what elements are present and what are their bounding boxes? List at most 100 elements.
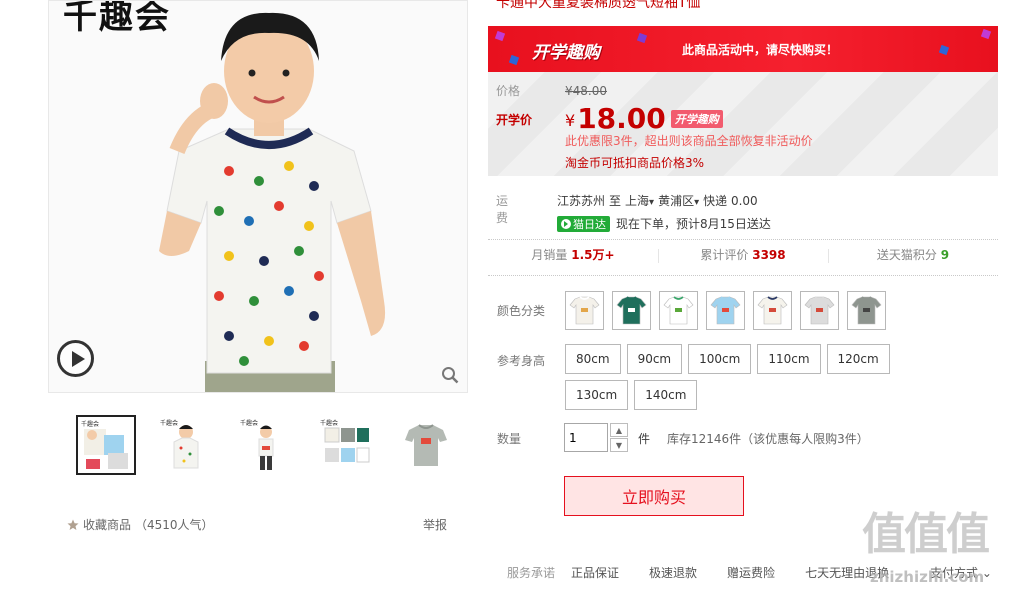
service-label: 服务承诺 [507,566,556,580]
reviews-value: 3398 [752,248,786,262]
delivery-badge: 猫日达 [557,215,610,232]
service-item[interactable]: 正品保证 [571,564,619,581]
delivery-estimate: 猫日达 现在下单，预计8月15日送达 [557,215,771,232]
favorite-count: （4510人气） [135,518,214,532]
thumbnail-2[interactable]: 千趣会 [156,415,216,475]
sales-stats: 月销量 1.5万+ 累计评价 3398 送天猫积分 9 [488,246,998,268]
delivery-badge-label: 猫日达 [573,217,606,231]
tshirt-icon [757,296,788,325]
color-swatch-white-navy-collar[interactable] [753,291,792,330]
confetti-decoration [938,44,950,56]
thumbnail-4[interactable]: 千趣会 [316,415,376,475]
ship-from: 江苏苏州 [557,194,606,208]
confetti-decoration [636,32,648,44]
chevron-down-icon: ▼ [615,440,623,450]
points-label: 送天猫积分 [876,248,937,262]
size-option-130cm[interactable]: 130cm [565,380,629,410]
quantity-input[interactable] [564,423,608,452]
zoom-icon[interactable] [441,366,459,384]
lightning-icon [561,218,571,229]
color-swatch-light-blue[interactable] [706,291,745,330]
site-watermark: 值值值 zhizhizhi.com [862,510,1012,593]
star-icon [67,519,79,530]
reviews-count[interactable]: 累计评价 3398 [658,246,828,268]
main-product-image[interactable]: 千趣会 [48,0,468,393]
play-video-icon[interactable] [57,340,94,377]
service-promises: 服务承诺 正品保证 极速退款 赠运费险 七天无理由退换 [507,564,919,581]
favorite-label: 收藏商品 [83,518,132,532]
color-swatch-gray[interactable] [847,291,886,330]
quantity-decrease-button[interactable]: ▼ [610,438,628,452]
price-panel: 价格 ¥48.00 开学价 ¥ 18.00 开学趣购 此优惠限3件，超出则该商品… [488,72,998,176]
size-option-80cm[interactable]: 80cm [565,344,621,374]
favorite-button[interactable]: 收藏商品 （4510人气） [67,516,214,533]
report-link[interactable]: 举报 [423,516,447,533]
product-title: 卡通中大童夏装棉质透气短袖T恤 [496,0,701,11]
thumbnail-brand-tag: 千趣会 [81,421,100,428]
size-option-90cm[interactable]: 90cm [626,344,683,374]
thumbnail-1[interactable]: 千趣会 [76,415,136,475]
color-option-label: 颜色分类 [497,304,546,318]
confetti-decoration [508,54,520,66]
ship-to-district-select[interactable]: 黄浦区▾ [658,192,699,209]
thumbnail-strip: 千趣会 千趣会 千趣会 千趣会 [76,415,456,475]
reviews-label: 累计评价 [700,248,749,262]
quantity-label: 数量 [497,432,522,446]
quantity-increase-button[interactable]: ▲ [610,423,628,437]
chevron-down-icon: ▾ [649,197,655,208]
color-swatch-white-dino[interactable] [565,291,604,330]
size-option-120cm[interactable]: 120cm [826,344,890,374]
size-option-100cm[interactable]: 100cm [688,344,752,374]
stock-note: 库存12146件（该优惠每人限购3件） [667,432,869,446]
color-swatch-green[interactable] [612,291,651,330]
chevron-down-icon: ▾ [694,197,700,208]
points-value: 9 [940,248,950,262]
original-price: ¥48.00 [565,83,607,98]
product-photo [159,12,386,392]
promo-banner: 开学趣购 此商品活动中，请尽快购买！ [488,26,998,72]
size-option-list: 80cm 90cm 100cm 110cm 120cm 130cm 140cm [565,344,945,410]
coin-deduction-note: 淘金币可抵扣商品价格3% [565,156,705,170]
tshirt-icon [804,296,835,325]
thumbnail-brand-tag: 千趣会 [160,420,179,427]
tshirt-icon [851,296,882,325]
delivery-note: 现在下单，预计8月15日送达 [616,217,771,231]
size-option-label: 参考身高 [497,354,546,368]
thumbnail-5[interactable] [396,415,456,475]
sale-price-label: 开学价 [496,113,533,127]
color-swatch-list [565,291,886,330]
promo-banner-text: 此商品活动中，请尽快购买！ [682,43,839,57]
thumbnail-3[interactable]: 千趣会 [236,415,296,475]
shipping-route: 江苏苏州 至 上海▾ 黄浦区▾ 快递 0.00 [557,192,758,209]
shipping-label: 运费 [496,194,509,225]
tshirt-icon [710,296,741,325]
confetti-decoration [494,30,506,42]
size-option-140cm[interactable]: 140cm [634,380,698,410]
ship-to-city-select[interactable]: 上海▾ [625,192,654,209]
currency-symbol: ¥ [565,111,576,130]
monthly-sales: 月销量 1.5万+ [488,246,658,268]
color-swatch-white-green-collar[interactable] [659,291,698,330]
ship-to-word: 至 [609,194,622,208]
tshirt-icon [616,296,647,325]
watermark-logo: 值值值 [862,509,990,560]
tmall-points: 送天猫积分 9 [828,246,998,268]
service-item[interactable]: 极速退款 [649,564,697,581]
monthly-sales-value: 1.5万+ [571,248,615,262]
thumbnail-image [405,424,447,466]
sale-badge: 开学趣购 [670,110,723,128]
ship-to-city: 上海 [625,194,650,208]
sale-price: 18.00 [577,102,666,135]
confetti-decoration [980,28,992,40]
buy-now-button[interactable]: 立即购买 [564,476,744,516]
promo-limit-note: 此优惠限3件，超出则该商品全部恢复非活动价 [565,134,813,148]
color-swatch-light-gray[interactable] [800,291,839,330]
quantity-unit: 件 [638,432,651,446]
divider [488,239,998,240]
watermark-url: zhizhizhi.com [870,568,985,586]
service-item[interactable]: 赠运费险 [727,564,775,581]
monthly-sales-label: 月销量 [531,248,568,262]
tshirt-icon [569,296,600,325]
original-price-row: 价格 ¥48.00 [496,82,607,99]
size-option-110cm[interactable]: 110cm [757,344,821,374]
